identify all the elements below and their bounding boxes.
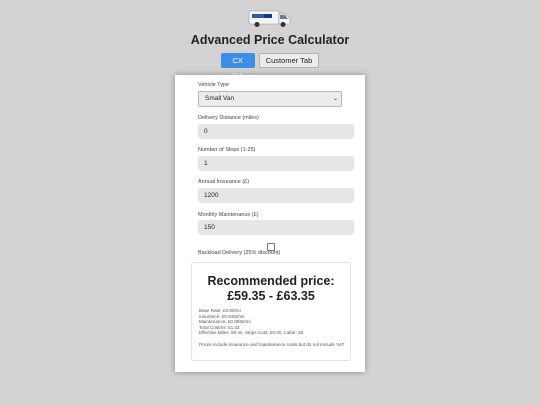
recommended-price-heading: Recommended price: bbox=[207, 274, 335, 288]
vehicle-type-label: Vehicle Type bbox=[198, 82, 230, 88]
calculator-card: Vehicle Type Small Van ⌄ Delivery Distan… bbox=[175, 75, 365, 372]
effective-miles-line: Effective Miles: 50 mi, Stops Cost: £0.0… bbox=[199, 330, 304, 335]
insurance-input[interactable]: 1200 bbox=[198, 188, 354, 203]
tab-customer[interactable]: Customer Tab bbox=[258, 53, 320, 68]
backload-label: Backload Delivery (25% discount) bbox=[198, 250, 281, 256]
vehicle-type-select[interactable]: Small Van ⌄ bbox=[198, 91, 342, 107]
delivery-distance-label: Delivery Distance (miles) bbox=[198, 115, 259, 121]
vat-note: Prices include insurance and maintenance… bbox=[199, 342, 345, 347]
tab-bar: CX Tab Customer Tab bbox=[0, 53, 540, 80]
van-logo-icon bbox=[248, 10, 291, 27]
vehicle-type-value: Small Van bbox=[205, 95, 235, 102]
result-panel: Recommended price: £59.35 - £63.35 Base … bbox=[191, 262, 351, 361]
tab-cx[interactable]: CX Tab bbox=[220, 53, 255, 80]
maintenance-input[interactable]: 150 bbox=[198, 220, 354, 235]
stops-label: Number of Stops (1-25) bbox=[198, 147, 256, 153]
cost-breakdown: Base Rate: £0.80/mi Insurance: £0.0462/m… bbox=[199, 308, 303, 336]
recommended-price-value: £59.35 - £63.35 bbox=[227, 289, 315, 303]
delivery-distance-input[interactable]: 0 bbox=[198, 124, 354, 139]
stops-input[interactable]: 1 bbox=[198, 156, 354, 171]
maintenance-label: Monthly Maintenance (£) bbox=[198, 212, 259, 218]
chevron-down-icon: ⌄ bbox=[332, 96, 338, 102]
insurance-label: Annual Insurance (£) bbox=[198, 179, 250, 185]
page-title: Advanced Price Calculator bbox=[190, 33, 350, 47]
